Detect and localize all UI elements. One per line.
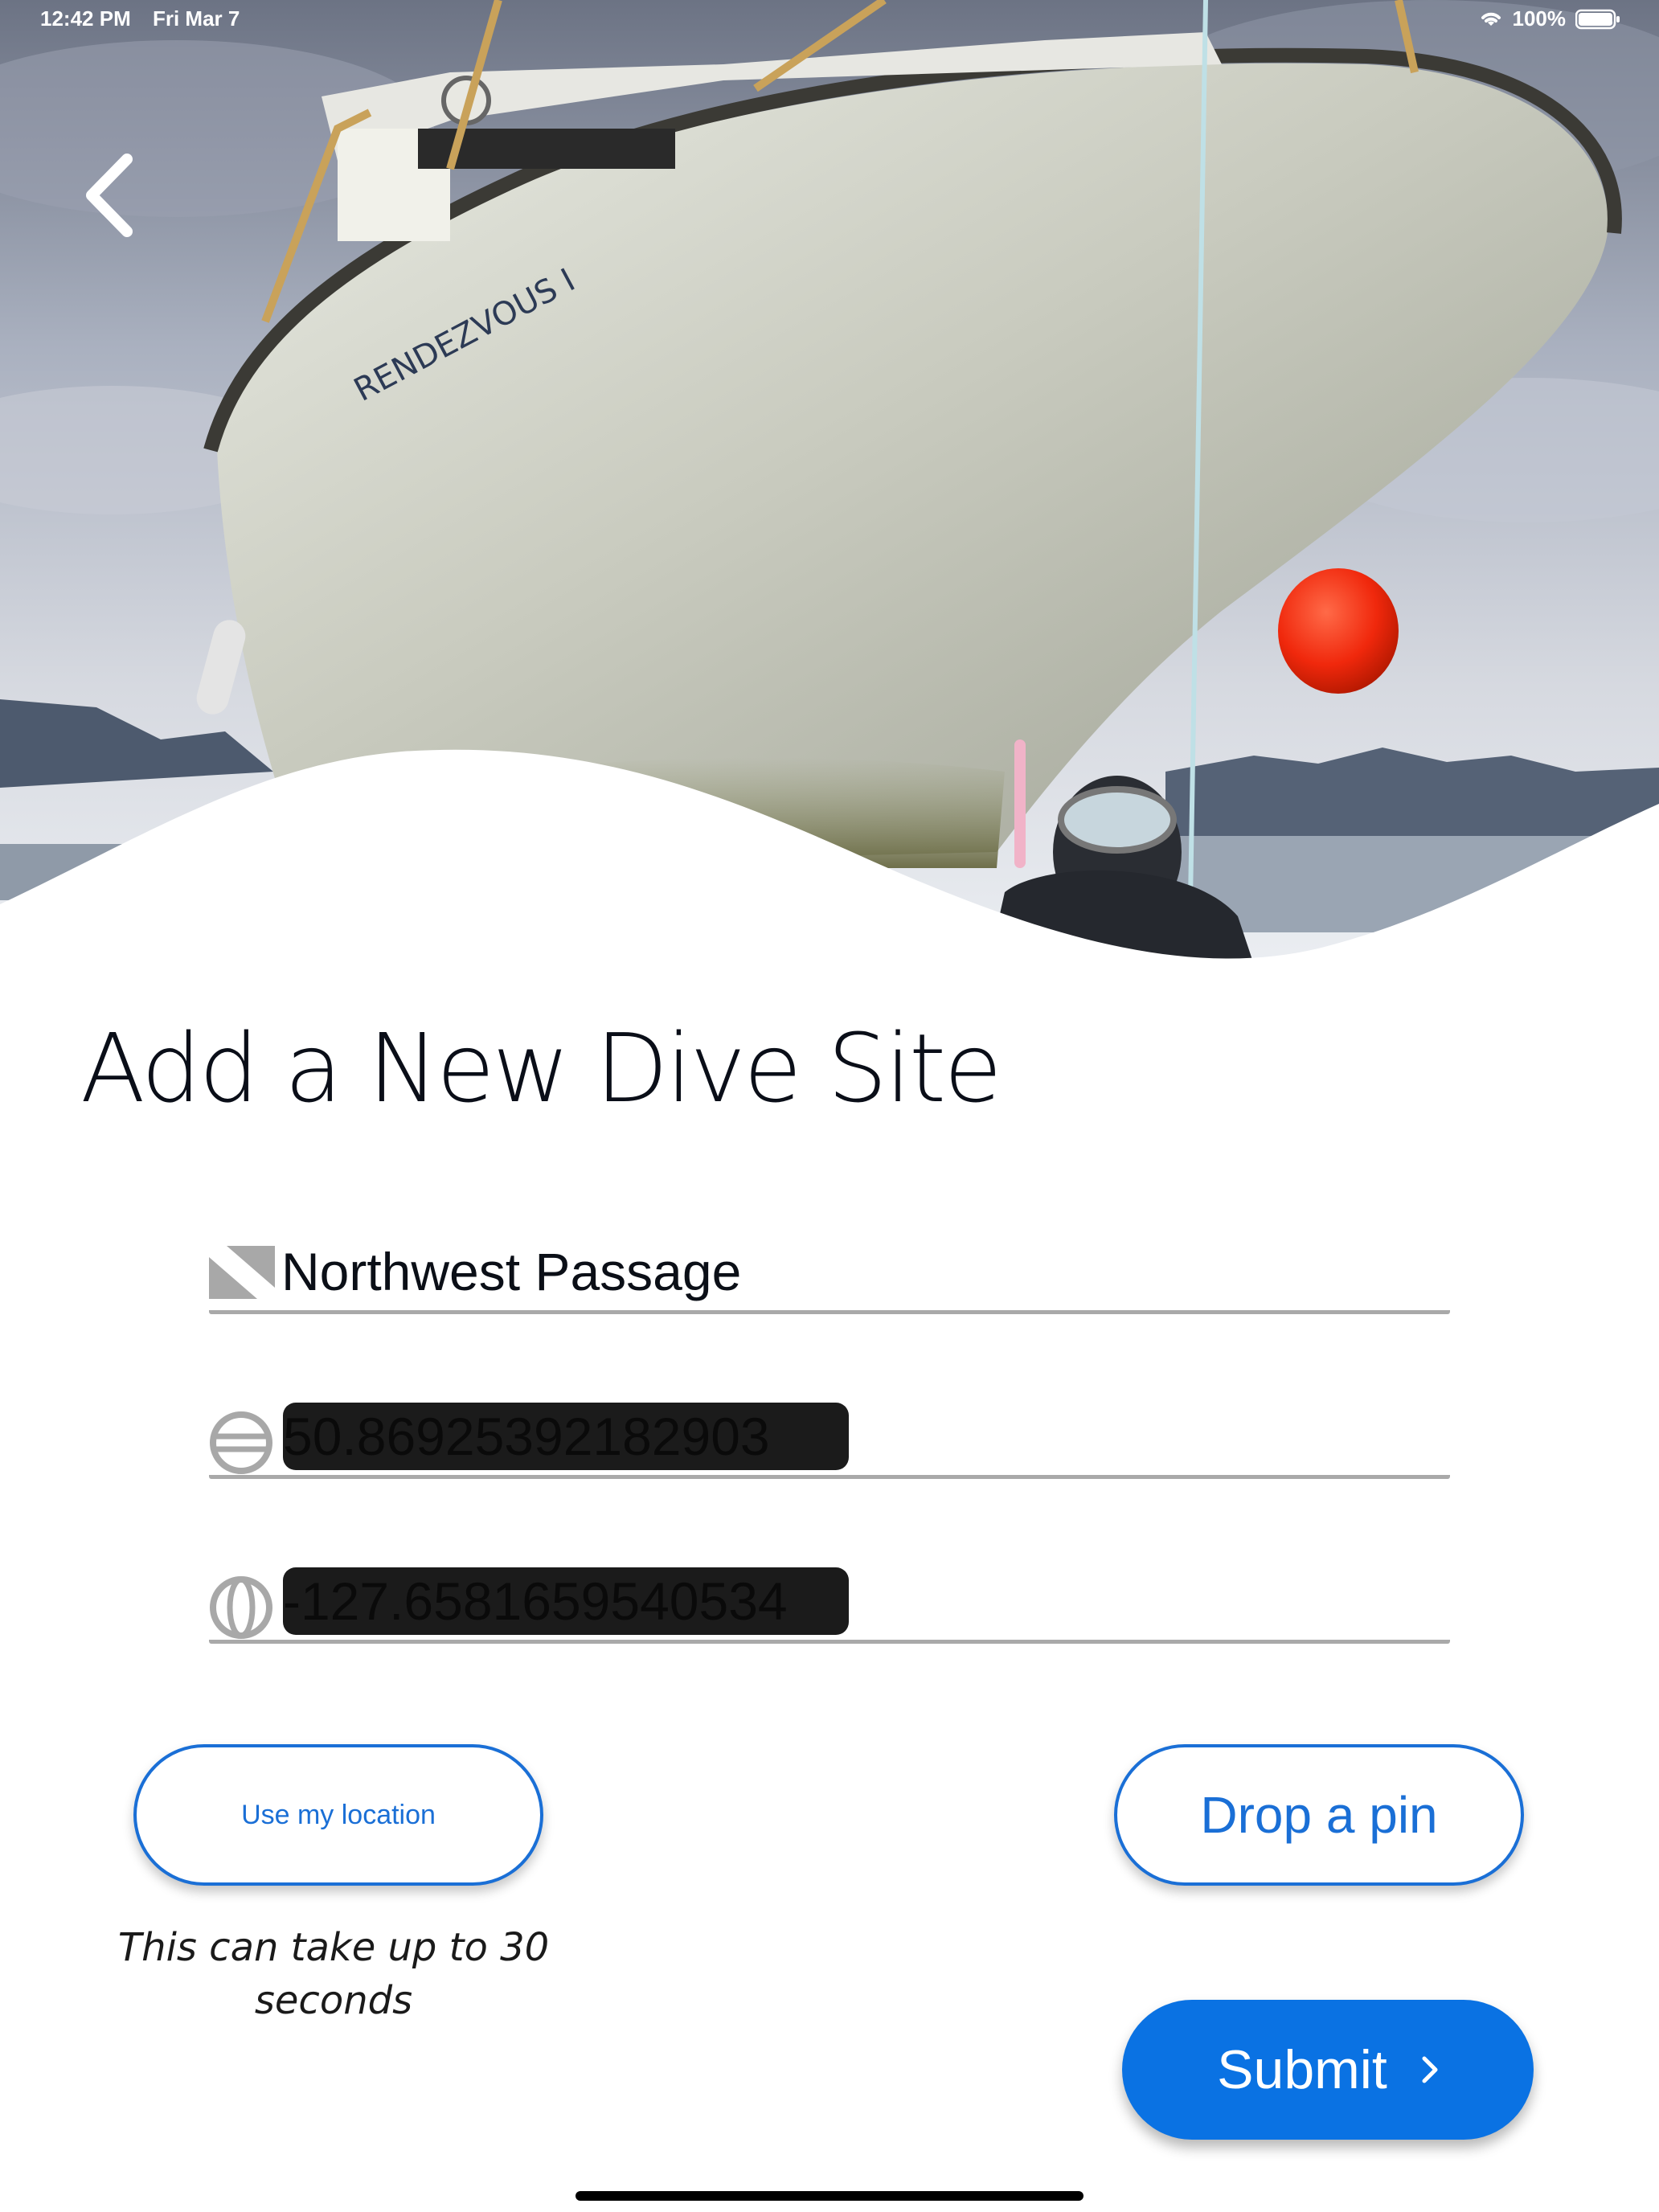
longitude-globe-icon <box>209 1575 275 1639</box>
dive-site-name-input[interactable]: Northwest Passage <box>281 1241 741 1302</box>
status-bar: 12:42 PM Fri Mar 7 100% <box>0 0 1659 39</box>
submit-label: Submit <box>1217 2039 1387 2100</box>
latitude-globe-icon <box>209 1411 275 1474</box>
home-indicator[interactable] <box>576 2191 1083 2201</box>
status-time: 12:42 PM <box>40 6 131 31</box>
status-time-date: 12:42 PM Fri Mar 7 <box>40 6 240 31</box>
latitude-input[interactable]: 50.86925392182903 <box>283 1403 849 1470</box>
dive-flag-icon <box>209 1246 275 1309</box>
back-button[interactable] <box>72 145 145 249</box>
submit-button[interactable]: Submit <box>1122 2000 1534 2140</box>
drop-a-pin-button[interactable]: Drop a pin <box>1114 1744 1524 1886</box>
latitude-field[interactable]: 50.86925392182903 <box>209 1403 1450 1479</box>
battery-icon <box>1575 9 1620 30</box>
page-title: Add a New Dive Site <box>80 1013 1002 1124</box>
status-date: Fri Mar 7 <box>152 6 240 31</box>
boat-photo: RENDEZVOUS I <box>0 0 1659 981</box>
location-hint: This can take up to 30 seconds <box>117 1925 550 2023</box>
wifi-icon <box>1479 10 1503 29</box>
hero-image: RENDEZVOUS I <box>0 0 1659 981</box>
status-indicators: 100% <box>1479 6 1621 31</box>
chevron-right-icon <box>1421 2055 1439 2084</box>
use-my-location-button[interactable]: Use my location <box>133 1744 543 1886</box>
latitude-value: 50.86925392182903 <box>283 1407 770 1466</box>
dive-site-name-field[interactable]: Northwest Passage <box>209 1238 1450 1314</box>
longitude-value: -127.6581659540534 <box>283 1571 788 1631</box>
battery-percent: 100% <box>1512 6 1567 31</box>
longitude-field[interactable]: -127.6581659540534 <box>209 1567 1450 1644</box>
longitude-input[interactable]: -127.6581659540534 <box>283 1567 849 1635</box>
chevron-left-icon <box>80 151 137 244</box>
